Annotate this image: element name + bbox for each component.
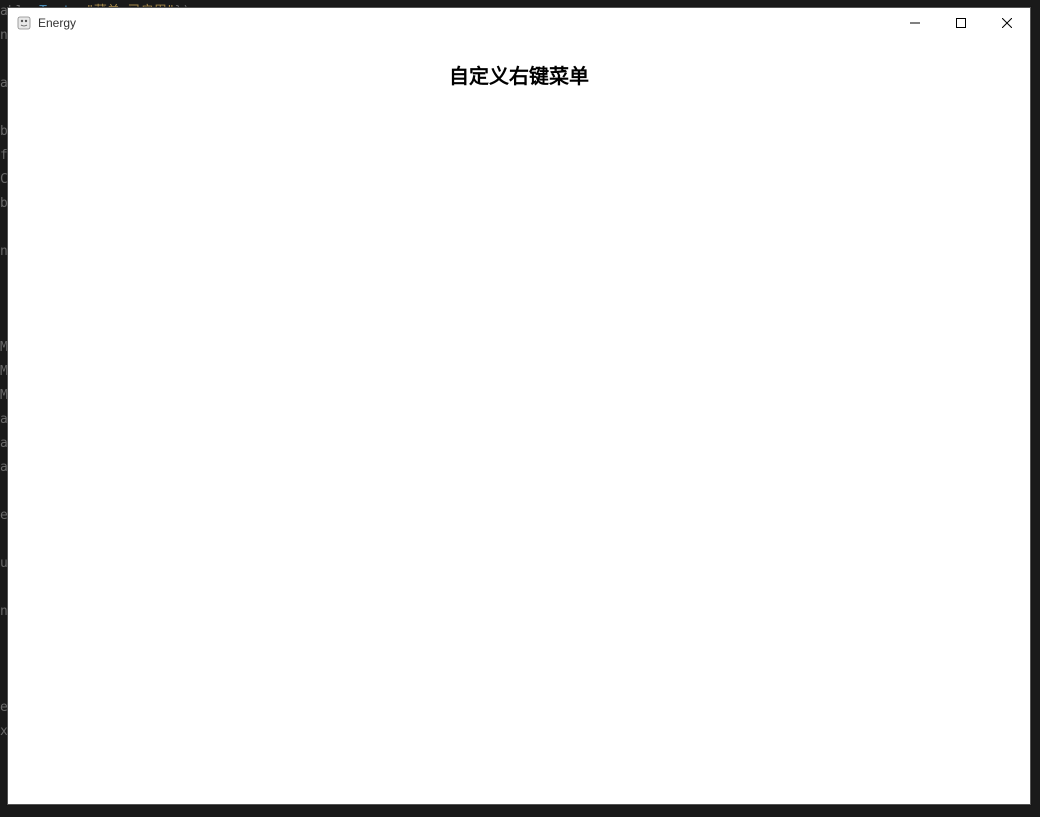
minimize-button[interactable]	[892, 8, 938, 38]
page-heading: 自定义右键菜单	[449, 60, 589, 89]
app-icon	[16, 15, 32, 31]
window-controls	[892, 8, 1030, 38]
maximize-button[interactable]	[938, 8, 984, 38]
close-icon	[1002, 18, 1012, 28]
minimize-icon	[910, 18, 920, 28]
window-title: Energy	[38, 16, 892, 30]
maximize-icon	[956, 18, 966, 28]
app-window: Energy 自定义右键菜单	[7, 7, 1031, 805]
titlebar[interactable]: Energy	[8, 8, 1030, 38]
close-button[interactable]	[984, 8, 1030, 38]
content-area[interactable]: 自定义右键菜单	[8, 38, 1030, 804]
